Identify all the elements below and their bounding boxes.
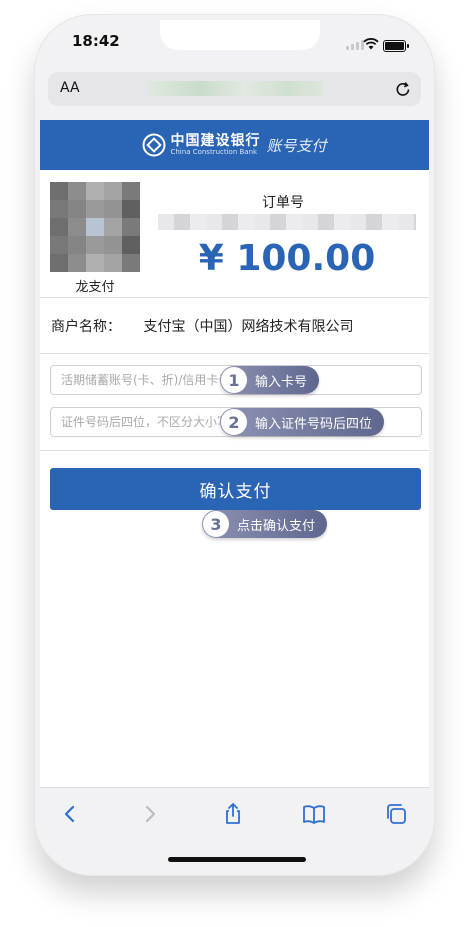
tabs-icon[interactable] [384, 802, 408, 826]
wifi-icon [363, 38, 379, 50]
bank-header: 中国建设银行 China Construction Bank 账号支付 [40, 120, 429, 170]
product-image [50, 182, 140, 272]
text-size-button[interactable]: AA [60, 80, 80, 96]
home-indicator [168, 857, 306, 862]
step-number: 1 [221, 367, 247, 393]
address-bar[interactable]: AA [48, 72, 421, 106]
merchant-label: 商户名称： [51, 319, 121, 335]
order-number-blurred [158, 214, 416, 230]
bank-name-en: China Construction Bank [170, 148, 258, 156]
merchant-row: 商户名称： 支付宝（中国）网络技术有限公司 [51, 316, 353, 336]
page-content: 中国建设银行 China Construction Bank 账号支付 龙支付 … [40, 120, 429, 788]
divider [40, 297, 429, 298]
screen: 18:42 AA 中国建设银行 China Construction Bank … [40, 20, 429, 870]
forward-icon[interactable] [138, 802, 162, 826]
divider [40, 450, 429, 451]
url-text-blurred [148, 81, 323, 96]
bookmarks-icon[interactable] [302, 802, 326, 826]
phone-frame: 18:42 AA 中国建设银行 China Construction Bank … [34, 14, 435, 876]
payment-amount: ¥ 100.00 [198, 238, 376, 279]
reload-icon[interactable] [393, 79, 413, 99]
hint-step-3: 3 点击确认支付 [202, 510, 328, 538]
hint-text: 输入卡号 [255, 374, 308, 390]
hint-step-1: 1 输入卡号 [220, 366, 320, 394]
back-icon[interactable] [58, 802, 82, 826]
order-number-label: 订单号 [262, 195, 304, 211]
confirm-payment-button[interactable]: 确认支付 [50, 468, 421, 510]
status-time: 18:42 [72, 32, 120, 50]
hint-step-2: 2 输入证件号码后四位 [220, 408, 385, 436]
share-icon[interactable] [221, 802, 245, 826]
merchant-name: 支付宝（中国）网络技术有限公司 [143, 319, 354, 335]
step-number: 3 [203, 511, 229, 537]
bank-name: 中国建设银行 China Construction Bank [170, 134, 260, 156]
bank-name-zh: 中国建设银行 [170, 133, 261, 149]
hint-text: 点击确认支付 [237, 518, 316, 534]
divider [40, 353, 429, 354]
ccb-logo-icon [142, 133, 166, 157]
product-label: 龙支付 [75, 280, 115, 295]
step-number: 2 [221, 409, 247, 435]
battery-icon [383, 40, 409, 52]
notch [160, 20, 320, 50]
hint-text: 输入证件号码后四位 [255, 416, 373, 432]
browser-address-area: AA [40, 64, 429, 120]
browser-toolbar [40, 787, 429, 870]
service-title: 账号支付 [266, 136, 327, 155]
